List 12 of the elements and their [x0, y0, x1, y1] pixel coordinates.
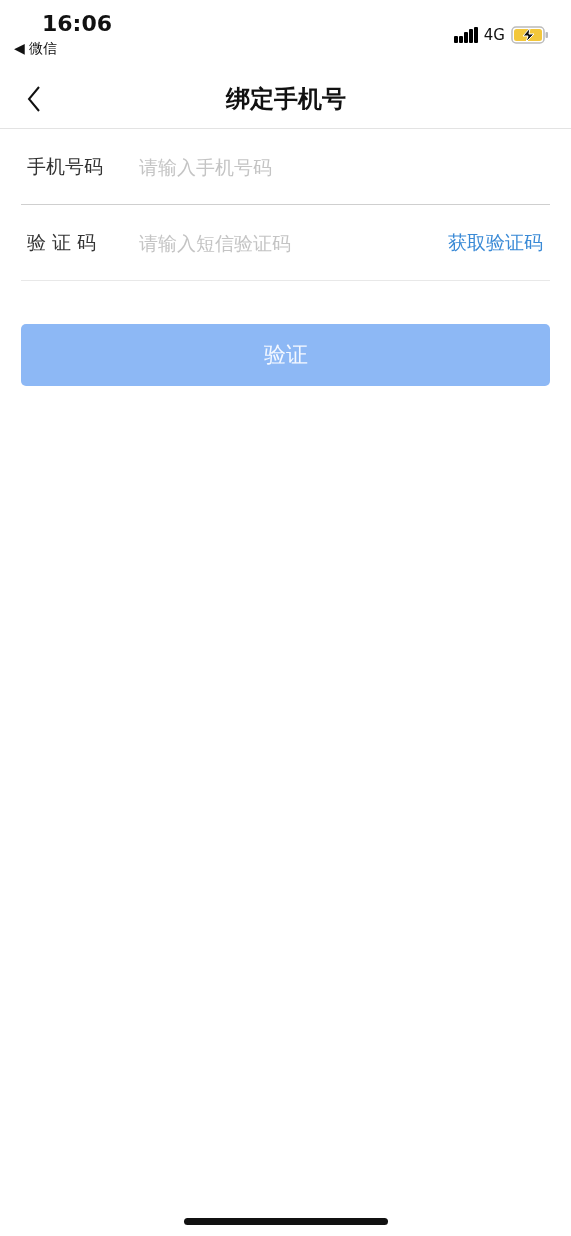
back-to-app-link[interactable]: ◀ 微信	[14, 38, 113, 58]
signal-icon	[453, 27, 478, 43]
field-label: 验 证 码	[27, 229, 98, 255]
get-code-link[interactable]: 获取验证码	[448, 229, 543, 256]
status-time: 16:06	[42, 10, 113, 38]
input-field[interactable]: 请输入短信验证码	[139, 231, 448, 254]
battery-charging-icon	[511, 26, 549, 44]
field-label: 手机号码	[27, 153, 104, 179]
network-type: 4G	[483, 26, 505, 44]
input-field[interactable]: 请输入手机号码	[139, 155, 550, 178]
back-icon[interactable]	[27, 86, 41, 112]
page-title: 绑定手机号	[225, 84, 346, 115]
